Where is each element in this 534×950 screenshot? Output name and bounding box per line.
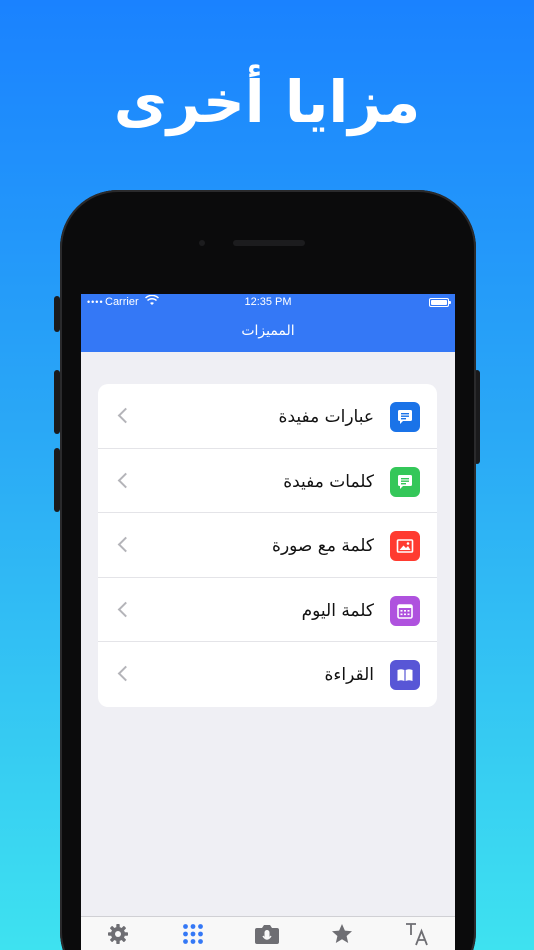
feature-row-word-with-image[interactable]: كلمة مع صورة [98,513,437,578]
promo-headline: مزايا أخرى [113,68,421,136]
translate-icon [406,923,428,946]
page-title: المميزات [241,323,295,339]
tab-settings[interactable] [103,921,133,947]
feature-row-reading[interactable]: القراءة [98,642,437,707]
status-bar: •••• Carrier 12:35 PM [81,294,455,312]
feature-label: عبارات مفيدة [278,407,374,427]
chevron-left-icon [117,536,134,553]
camera-icon [255,925,279,944]
clock: 12:35 PM [244,296,292,308]
front-camera [199,240,205,246]
feature-row-word-of-the-day[interactable]: كلمة اليوم [98,578,437,643]
feature-label: القراءة [324,665,374,686]
chevron-left-icon [117,601,134,618]
chevron-left-icon [117,407,134,424]
battery-icon [429,298,451,307]
book-icon [390,660,420,691]
feature-row-useful-phrases[interactable]: عبارات مفيدة [98,384,437,449]
feature-label: كلمة اليوم [301,600,374,621]
tab-bar [81,916,455,950]
features-list: عبارات مفيدة كلمات مفيدة كلمة مع صورة كل… [98,384,437,707]
phone-screen: •••• Carrier 12:35 PM المميزات عبارات مف… [81,294,455,950]
gear-icon [108,924,128,944]
message-text-icon [390,402,420,432]
navigation-bar: المميزات [81,312,455,352]
tab-features[interactable] [178,921,208,947]
image-icon [390,531,420,562]
tab-voice[interactable] [252,921,282,947]
feature-label: كلمة مع صورة [272,536,374,557]
grid-icon [183,924,203,944]
message-text-icon [390,466,420,497]
calendar-icon [390,595,420,626]
tab-translate[interactable] [402,921,432,947]
chevron-left-icon [117,472,134,488]
feature-row-useful-words[interactable]: كلمات مفيدة [98,449,437,514]
earpiece-speaker [233,240,305,246]
chevron-left-icon [117,666,134,682]
feature-label: كلمات مفيدة [283,471,374,492]
star-icon [332,924,352,943]
tab-favorites[interactable] [327,921,357,947]
